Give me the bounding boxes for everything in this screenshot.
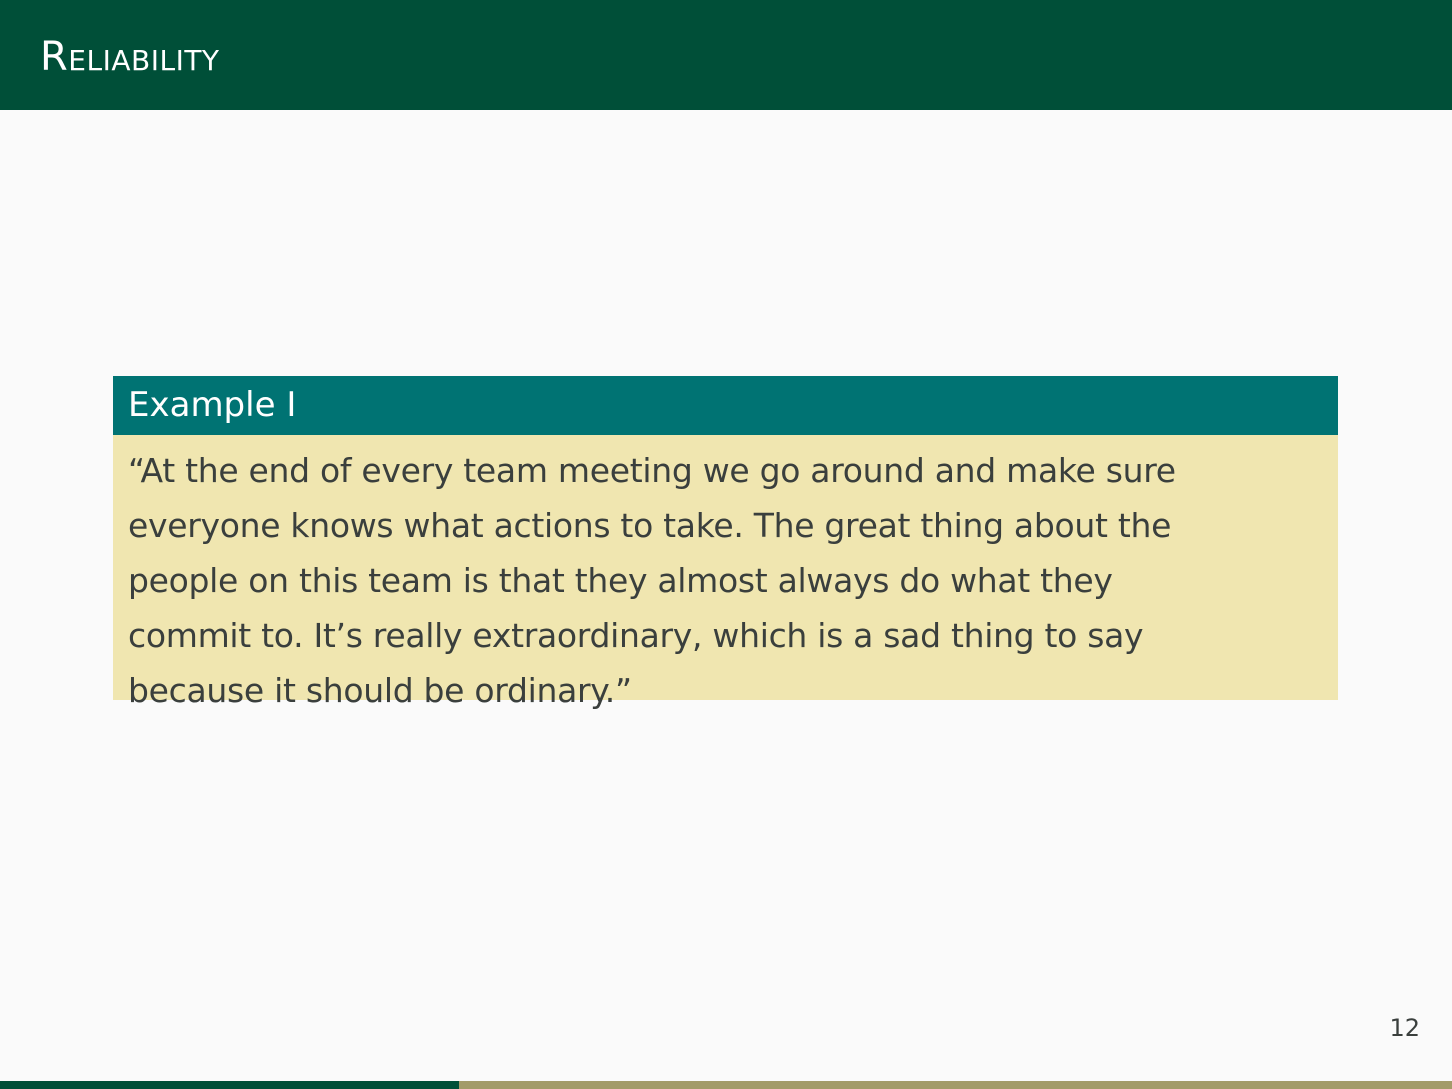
slide-header: Reliability — [0, 0, 1452, 110]
example-title: Example I — [128, 385, 297, 425]
progress-bar — [0, 1081, 1452, 1089]
quote-line: “At the end of every team meeting we go … — [128, 451, 1176, 490]
page-number: 12 — [1389, 1014, 1420, 1042]
example-title-bar: Example I — [113, 376, 1338, 435]
quote-line: everyone knows what actions to take. The… — [128, 506, 1172, 545]
progress-fill — [0, 1081, 459, 1089]
slide-title: Reliability — [40, 34, 220, 80]
quote-line: commit to. It’s really extraordinary, wh… — [128, 616, 1144, 655]
example-block: Example I “At the end of every team meet… — [113, 376, 1338, 710]
quote-line: people on this team is that they almost … — [128, 561, 1113, 600]
example-body: “At the end of every team meeting we go … — [113, 435, 1338, 710]
quote-line: because it should be ordinary.” — [128, 671, 632, 710]
